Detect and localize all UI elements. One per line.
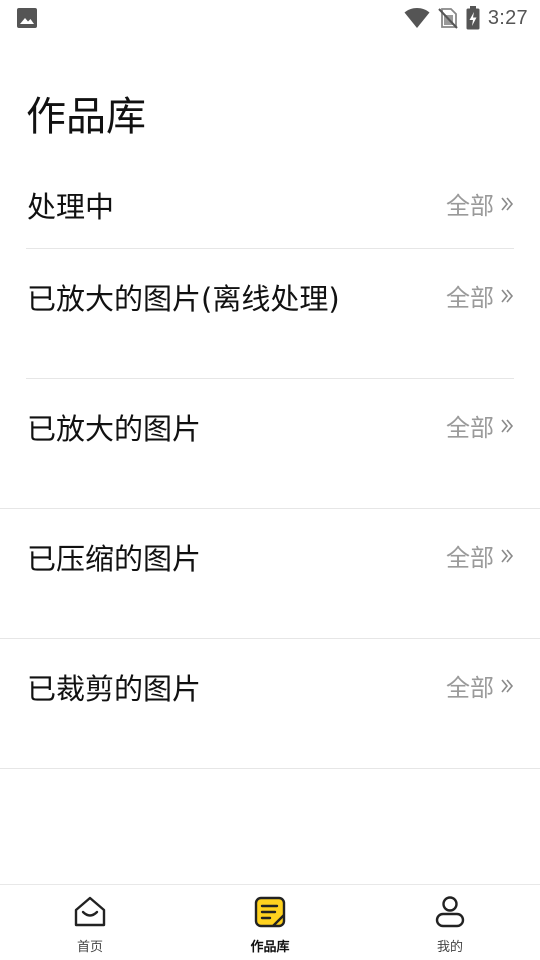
page-title: 作品库 <box>26 94 146 140</box>
section-title: 已放大的图片(离线处理) <box>27 282 340 316</box>
no-sim-icon <box>438 8 458 29</box>
view-all-link[interactable]: 全部 <box>446 538 514 573</box>
section-processing: 处理中 全部 <box>0 170 540 249</box>
nav-item-profile[interactable]: 我的 <box>360 885 540 960</box>
view-all-label: 全部 <box>446 192 494 220</box>
view-all-label: 全部 <box>446 414 494 442</box>
double-chevron-right-icon <box>501 548 514 563</box>
section-title: 已裁剪的图片 <box>27 672 202 706</box>
gallery-note-icon <box>254 896 286 928</box>
section-upscaled-offline: 已放大的图片(离线处理) 全部 <box>0 249 540 379</box>
view-all-label: 全部 <box>446 674 494 702</box>
section-title: 处理中 <box>27 190 115 224</box>
home-icon <box>74 896 106 927</box>
section-title: 已压缩的图片 <box>27 542 202 576</box>
battery-charging-icon <box>466 6 480 30</box>
wifi-icon <box>404 8 430 28</box>
divider <box>0 768 540 769</box>
profile-icon <box>435 896 465 928</box>
view-all-label: 全部 <box>446 544 494 572</box>
nav-item-gallery[interactable]: 作品库 <box>180 885 360 960</box>
image-icon <box>17 8 37 28</box>
bottom-nav: 首页 作品库 我的 <box>0 884 540 960</box>
view-all-link[interactable]: 全部 <box>446 278 514 313</box>
view-all-link[interactable]: 全部 <box>446 186 514 221</box>
nav-label: 我的 <box>436 940 463 955</box>
nav-label: 首页 <box>76 940 103 955</box>
double-chevron-right-icon <box>501 418 514 433</box>
section-cropped: 已裁剪的图片 全部 <box>0 639 540 769</box>
section-title: 已放大的图片 <box>27 412 202 446</box>
section-compressed: 已压缩的图片 全部 <box>0 509 540 639</box>
status-bar: 3:27 <box>0 0 540 36</box>
section-upscaled: 已放大的图片 全部 <box>0 379 540 509</box>
double-chevron-right-icon <box>501 288 514 303</box>
view-all-link[interactable]: 全部 <box>446 668 514 703</box>
view-all-link[interactable]: 全部 <box>446 408 514 443</box>
status-time: 3:27 <box>487 6 528 29</box>
double-chevron-right-icon <box>501 678 514 693</box>
double-chevron-right-icon <box>501 196 514 211</box>
nav-item-home[interactable]: 首页 <box>0 885 180 960</box>
nav-label: 作品库 <box>250 940 290 955</box>
view-all-label: 全部 <box>446 284 494 312</box>
